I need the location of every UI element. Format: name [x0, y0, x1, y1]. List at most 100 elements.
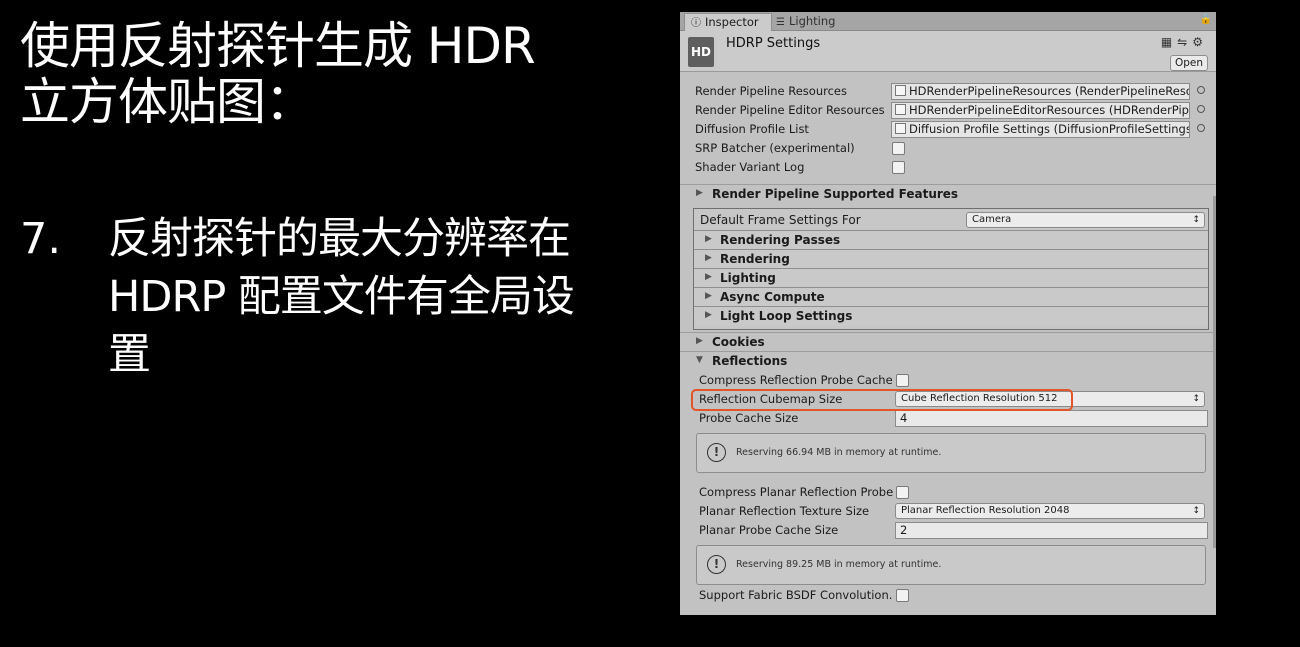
field-label: Compress Reflection Probe Cache	[699, 373, 893, 387]
field-label: Render Pipeline Editor Resources	[695, 103, 885, 117]
field-label: Planar Probe Cache Size	[699, 523, 839, 537]
tab-inspector[interactable]: ⓘ Inspector	[684, 13, 772, 31]
list-item-number: 7.	[20, 214, 62, 264]
toggle-label: SRP Batcher (experimental)	[695, 141, 855, 155]
dropdown-arrow-icon: ↕	[1192, 215, 1200, 225]
list-item-line-1: 反射探针的最大分辨率在	[108, 214, 571, 264]
foldout-title: Rendering Passes	[720, 233, 841, 247]
object-picker-icon[interactable]	[1197, 86, 1205, 94]
scrollbar[interactable]	[1213, 196, 1216, 548]
section-title: Render Pipeline Supported Features	[712, 187, 959, 201]
expand-arrow-icon: ▶	[696, 188, 703, 198]
field-diffusion-profile-list: Diffusion Profile List Diffusion Profile…	[680, 120, 1216, 139]
memory-info-box: ! Reserving 66.94 MB in memory at runtim…	[696, 433, 1206, 473]
foldout-light-loop-settings[interactable]: ▶ Light Loop Settings	[694, 306, 1208, 326]
tab-lighting[interactable]: ☰ Lighting	[770, 13, 841, 30]
asset-icon	[895, 104, 906, 115]
fabric-bsdf-checkbox[interactable]	[896, 589, 909, 602]
toggle-label: Shader Variant Log	[695, 160, 805, 174]
dropdown-value: Planar Reflection Resolution 2048	[901, 505, 1070, 516]
warning-icon: !	[707, 555, 726, 574]
field-label: Diffusion Profile List	[695, 122, 809, 136]
foldout-title: Rendering	[720, 252, 790, 266]
toggle-fabric-bsdf: Support Fabric BSDF Convolution.	[680, 586, 1216, 605]
shader-variant-log-checkbox[interactable]	[892, 161, 905, 174]
foldout-rendering-passes[interactable]: ▶ Rendering Passes	[694, 230, 1208, 250]
frame-settings-header: Default Frame Settings For Camera ↕	[694, 209, 1208, 230]
probe-cache-size-input[interactable]: 4	[895, 410, 1208, 427]
collapse-arrow-icon: ▼	[696, 355, 703, 365]
dropdown-arrow-icon: ↕	[1192, 394, 1200, 404]
object-picker-icon[interactable]	[1197, 124, 1205, 132]
list-item-text: 反射探针的最大分辨率在 HDRP 配置文件有全局设 置	[108, 210, 668, 384]
gear-icon[interactable]: ⚙	[1192, 35, 1208, 49]
list-item-line-3: 置	[108, 330, 151, 380]
slide-title-line-1: 使用反射探针生成 HDR	[20, 17, 536, 75]
frame-settings-label: Default Frame Settings For	[700, 213, 861, 227]
section-reflections[interactable]: ▼ Reflections	[680, 351, 1216, 371]
object-picker-icon[interactable]	[1197, 105, 1205, 113]
object-field-value: HDRenderPipelineEditorResources (HDRende…	[909, 103, 1190, 117]
field-label: Probe Cache Size	[699, 411, 799, 425]
foldout-title: Light Loop Settings	[720, 309, 853, 323]
field-planar-probe-cache-size: Planar Probe Cache Size 2	[680, 521, 1216, 540]
help-book-icon[interactable]: ▦	[1161, 35, 1177, 49]
expand-arrow-icon: ▶	[705, 253, 712, 263]
expand-arrow-icon: ▶	[705, 291, 712, 301]
field-render-pipeline-resources: Render Pipeline Resources HDRenderPipeli…	[680, 82, 1216, 101]
highlight-annotation-box	[691, 389, 1073, 411]
field-render-pipeline-editor-resources: Render Pipeline Editor Resources HDRende…	[680, 101, 1216, 120]
slide-title-line-2: 立方体贴图：	[20, 73, 315, 131]
field-probe-cache-size: Probe Cache Size 4	[680, 409, 1216, 428]
foldout-rendering[interactable]: ▶ Rendering	[694, 249, 1208, 269]
foldout-title: Async Compute	[720, 290, 825, 304]
expand-arrow-icon: ▶	[705, 272, 712, 282]
list-item-line-2: HDRP 配置文件有全局设	[108, 272, 575, 322]
planar-memory-info-box: ! Reserving 89.25 MB in memory at runtim…	[696, 545, 1206, 585]
asset-title: HDRP Settings	[726, 36, 821, 51]
asset-icon	[895, 85, 906, 96]
foldout-async-compute[interactable]: ▶ Async Compute	[694, 287, 1208, 307]
field-planar-texture-size: Planar Reflection Texture Size Planar Re…	[680, 502, 1216, 521]
info-icon: ⓘ	[691, 18, 701, 29]
toggle-compress-reflection: Compress Reflection Probe Cache	[680, 371, 1216, 390]
foldout-title: Lighting	[720, 271, 776, 285]
field-label: Render Pipeline Resources	[695, 84, 847, 98]
slide-title: 使用反射探针生成 HDR 立方体贴图：	[20, 18, 660, 130]
compress-reflection-checkbox[interactable]	[896, 374, 909, 387]
tab-label: Inspector	[705, 15, 759, 29]
open-button[interactable]: Open	[1170, 55, 1208, 71]
memory-info-text: Reserving 66.94 MB in memory at runtime.	[736, 447, 942, 458]
section-title: Cookies	[712, 335, 765, 349]
expand-arrow-icon: ▶	[705, 234, 712, 244]
memory-info-text: Reserving 89.25 MB in memory at runtime.	[736, 559, 942, 570]
object-field-value: Diffusion Profile Settings (DiffusionPro…	[909, 122, 1190, 136]
header-icons: ▦⇋⚙	[1161, 35, 1208, 49]
lock-icon[interactable]: 🔒	[1200, 14, 1212, 25]
preset-icon[interactable]: ⇋	[1177, 35, 1192, 49]
dropdown-arrow-icon: ↕	[1192, 506, 1200, 516]
toggle-shader-variant-log: Shader Variant Log	[680, 158, 1216, 177]
frame-settings-box: Default Frame Settings For Camera ↕ ▶ Re…	[693, 208, 1209, 330]
object-field-editor-resources[interactable]: HDRenderPipelineEditorResources (HDRende…	[891, 102, 1190, 119]
section-supported-features[interactable]: ▶ Render Pipeline Supported Features	[680, 184, 1216, 204]
asset-header: HD HDRP Settings ▦⇋⚙ Open	[680, 31, 1216, 72]
frame-settings-dropdown[interactable]: Camera ↕	[966, 212, 1205, 228]
foldout-lighting[interactable]: ▶ Lighting	[694, 268, 1208, 288]
section-cookies[interactable]: ▶ Cookies	[680, 332, 1216, 352]
hdrp-asset-icon: HD	[688, 37, 714, 67]
srp-batcher-checkbox[interactable]	[892, 142, 905, 155]
lighting-icon: ☰	[776, 17, 785, 28]
object-field-diffusion-profile[interactable]: Diffusion Profile Settings (DiffusionPro…	[891, 121, 1190, 138]
dropdown-value: Camera	[972, 214, 1012, 225]
field-label: Compress Planar Reflection Probe (	[699, 485, 902, 499]
planar-cache-size-input[interactable]: 2	[895, 522, 1208, 539]
object-field-render-pipeline-resources[interactable]: HDRenderPipelineResources (RenderPipelin…	[891, 83, 1190, 100]
toggle-srp-batcher: SRP Batcher (experimental)	[680, 139, 1216, 158]
compress-planar-checkbox[interactable]	[896, 486, 909, 499]
planar-texture-size-dropdown[interactable]: Planar Reflection Resolution 2048 ↕	[895, 503, 1205, 519]
warning-icon: !	[707, 443, 726, 462]
object-field-value: HDRenderPipelineResources (RenderPipelin…	[909, 84, 1190, 98]
inspector-window: ⓘ Inspector ☰ Lighting 🔒 HD HDRP Settings …	[680, 12, 1216, 615]
asset-icon	[895, 123, 906, 134]
